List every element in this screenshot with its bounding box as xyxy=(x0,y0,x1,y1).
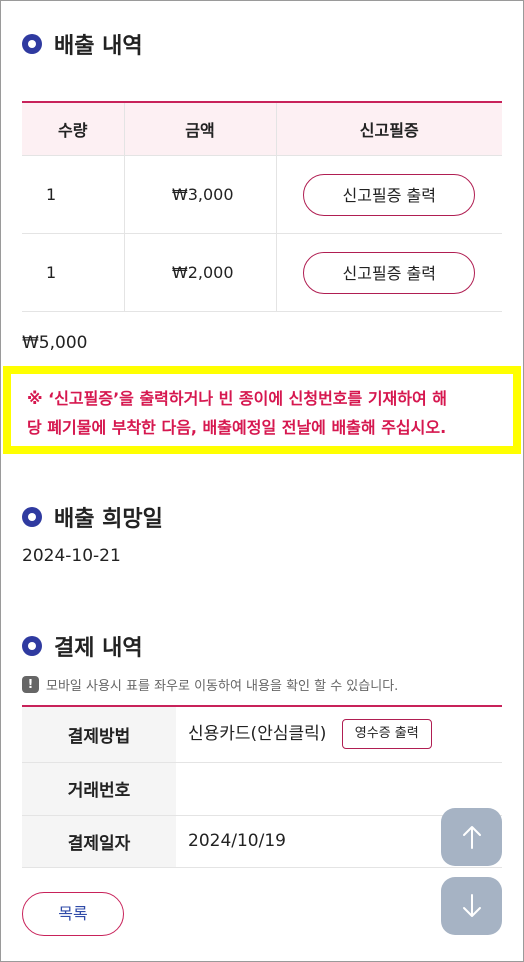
column-header-qty: 수량 xyxy=(22,102,125,156)
arrow-down-icon xyxy=(462,894,481,917)
payment-title-text: 결제 내역 xyxy=(54,636,143,661)
certificate-cell: 신고필증 출력 xyxy=(276,233,502,312)
desired-date-value: 2024-10-21 xyxy=(22,546,121,566)
print-certificate-button[interactable]: 신고필증 출력 xyxy=(303,173,476,216)
payment-method-value: 신용카드(안심클릭) xyxy=(188,724,327,745)
column-header-amount: 금액 xyxy=(124,102,277,156)
scroll-top-button[interactable] xyxy=(441,808,502,866)
mobile-note-text: 모바일 사용시 표를 좌우로 이동하여 내용을 확인 할 수 있습니다. xyxy=(46,679,399,694)
table-header-row: 수량 금액 신고필증 xyxy=(22,102,502,156)
table-row: 1 ₩3,000 신고필증 출력 xyxy=(22,155,502,234)
desired-date-title-text: 배출 희망일 xyxy=(54,507,163,532)
disposal-table: 수량 금액 신고필증 1 ₩3,000 신고필증 출력 1 ₩2,000 신고필… xyxy=(22,101,502,312)
arrow-up-icon xyxy=(462,826,481,849)
table-row: 1 ₩2,000 신고필증 출력 xyxy=(22,233,502,312)
payment-date-label: 결제일자 xyxy=(22,815,176,868)
payment-table: 결제방법 신용카드(안심클릭) 영수증 출력 거래번호 결제일자 2024/10… xyxy=(22,705,502,868)
disposal-section-title: 배출 내역 xyxy=(22,28,143,60)
payment-method-cell: 신용카드(안심클릭) 영수증 출력 xyxy=(176,706,502,763)
desired-date-section-title: 배출 희망일 xyxy=(22,501,163,533)
qty-cell: 1 xyxy=(22,233,125,312)
column-header-certificate: 신고필증 xyxy=(276,102,502,156)
mobile-scroll-note: ! 모바일 사용시 표를 좌우로 이동하여 내용을 확인 할 수 있습니다. xyxy=(22,675,398,694)
payment-method-label: 결제방법 xyxy=(22,706,176,763)
scroll-bottom-button[interactable] xyxy=(441,877,502,935)
bullet-icon xyxy=(22,636,42,656)
notice-highlight-box: ※ ‘신고필증’을 출력하거나 빈 종이에 신청번호를 기재하여 해 당 폐기물… xyxy=(3,366,521,454)
table-row: 결제방법 신용카드(안심클릭) 영수증 출력 xyxy=(22,706,502,763)
table-row: 거래번호 xyxy=(22,762,502,816)
notice-line: 당 폐기물에 부착한 다음, 배출예정일 전날에 배출해 주십시오. xyxy=(27,418,447,437)
certificate-cell: 신고필증 출력 xyxy=(276,155,502,234)
exclamation-icon: ! xyxy=(22,676,39,693)
table-row: 결제일자 2024/10/19 xyxy=(22,815,502,868)
disposal-title-text: 배출 내역 xyxy=(54,34,143,59)
notice-line: ※ ‘신고필증’을 출력하거나 빈 종이에 신청번호를 기재하여 해 xyxy=(27,389,447,408)
amount-cell: ₩2,000 xyxy=(124,233,277,312)
bullet-icon xyxy=(22,507,42,527)
print-receipt-button[interactable]: 영수증 출력 xyxy=(341,719,432,750)
payment-section-title: 결제 내역 xyxy=(22,630,143,662)
qty-cell: 1 xyxy=(22,155,125,234)
print-certificate-button[interactable]: 신고필증 출력 xyxy=(303,251,476,294)
notice-text: ※ ‘신고필증’을 출력하거나 빈 종이에 신청번호를 기재하여 해 당 폐기물… xyxy=(11,374,513,446)
transaction-number-label: 거래번호 xyxy=(22,762,176,816)
amount-cell: ₩3,000 xyxy=(124,155,277,234)
total-amount: ₩5,000 xyxy=(22,333,88,353)
list-button[interactable]: 목록 xyxy=(22,892,124,936)
bullet-icon xyxy=(22,34,42,54)
